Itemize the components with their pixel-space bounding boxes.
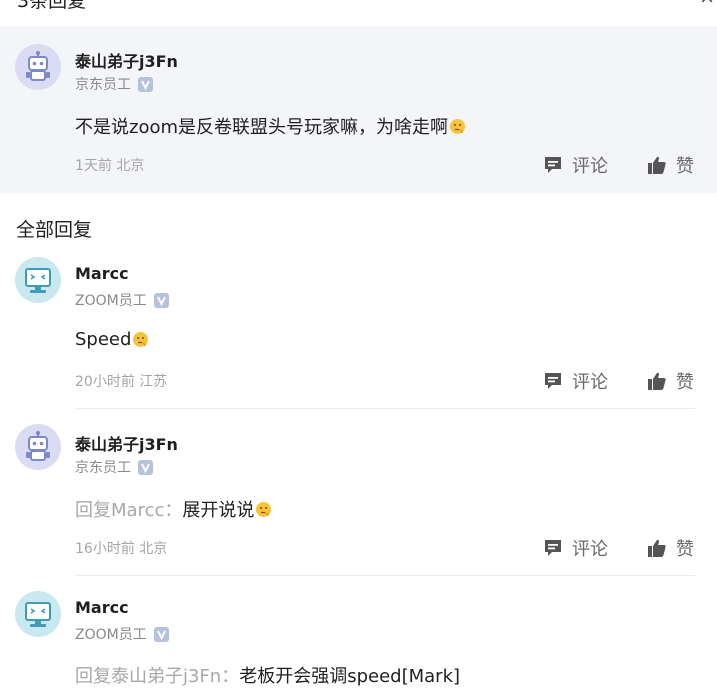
comment-text: 不是说zoom是反卷联盟头号玩家嘛，为啥走啊 <box>75 113 466 139</box>
reply-to-prefix[interactable]: 回复Marcc： <box>75 496 182 522</box>
role-label: ZOOM员工 <box>75 293 147 309</box>
divider <box>75 575 695 576</box>
close-icon[interactable]: × <box>699 0 715 8</box>
thinking-face-emoji-icon <box>450 118 466 134</box>
all-replies-title: 全部回复 <box>16 219 93 241</box>
verified-v-icon <box>153 292 169 308</box>
author-role: 京东员工 <box>75 74 153 94</box>
reply-meta: 16小时前 北京 <box>75 541 168 557</box>
comment-meta: 1天前 北京 <box>75 158 145 174</box>
author-role: 京东员工 <box>75 457 153 477</box>
reply-to-prefix[interactable]: 回复泰山弟子j3Fn： <box>75 662 239 688</box>
author-name[interactable]: 泰山弟子j3Fn <box>75 48 178 72</box>
reply-meta: 20小时前 江苏 <box>75 374 168 390</box>
divider <box>75 408 695 409</box>
like-label: 赞 <box>676 156 694 177</box>
comment-bubble-icon <box>545 157 561 173</box>
role-label: ZOOM员工 <box>75 627 147 643</box>
verified-v-icon <box>138 459 153 475</box>
comment-bubble-icon <box>545 373 561 389</box>
like-button[interactable]: 赞 <box>647 368 694 394</box>
avatar[interactable] <box>15 424 61 470</box>
comment-label: 评论 <box>572 372 608 393</box>
role-label: 京东员工 <box>75 460 131 476</box>
comment-bubble-icon <box>545 540 561 556</box>
comment-body: 不是说zoom是反卷联盟头号玩家嘛，为啥走啊 <box>75 117 449 138</box>
avatar[interactable] <box>15 591 61 637</box>
thinking-face-emoji-icon <box>256 501 272 517</box>
like-button[interactable]: 赞 <box>647 152 694 178</box>
verified-v-icon <box>153 626 169 642</box>
reply-header: 3条回复 × <box>0 0 717 12</box>
author-role: ZOOM员工 <box>75 290 169 310</box>
robot-avatar-icon <box>15 44 61 90</box>
author-name[interactable]: Marcc <box>75 598 129 617</box>
comment-button[interactable]: 评论 <box>543 535 608 561</box>
reply-text: 回复Marcc： 展开说说 <box>75 496 272 522</box>
monitor-avatar-icon <box>15 257 61 303</box>
avatar[interactable] <box>15 44 61 90</box>
reply-body: 展开说说 <box>182 500 255 521</box>
comment-button[interactable]: 评论 <box>543 368 608 394</box>
reply-count-title: 3条回复 <box>17 0 87 12</box>
reply-text: 回复泰山弟子j3Fn： 老板开会强调speed[Mark] <box>75 662 460 688</box>
thumbs-up-icon <box>648 539 666 557</box>
thumbs-up-icon <box>648 156 666 174</box>
like-button[interactable]: 赞 <box>647 535 694 561</box>
like-label: 赞 <box>676 539 694 560</box>
author-role: ZOOM员工 <box>75 624 169 644</box>
reply-body: Speed <box>75 329 132 350</box>
original-comment: 泰山弟子j3Fn 京东员工 不是说zoom是反卷联盟头号玩家嘛，为啥走啊 1天前… <box>0 26 717 193</box>
comment-label: 评论 <box>572 156 608 177</box>
comment-button[interactable]: 评论 <box>543 152 608 178</box>
verified-v-icon <box>138 76 153 92</box>
monitor-avatar-icon <box>15 591 61 637</box>
author-name[interactable]: 泰山弟子j3Fn <box>75 431 178 455</box>
thinking-face-emoji-icon <box>133 332 149 347</box>
like-label: 赞 <box>676 372 694 393</box>
avatar[interactable] <box>15 257 61 303</box>
robot-avatar-icon <box>15 424 61 470</box>
reply-body: 老板开会强调speed[Mark] <box>239 666 461 687</box>
author-name[interactable]: Marcc <box>75 264 129 283</box>
comment-label: 评论 <box>572 539 608 560</box>
thumbs-up-icon <box>648 372 666 390</box>
reply-text: Speed <box>75 329 149 350</box>
role-label: 京东员工 <box>75 77 131 93</box>
reply-page: 3条回复 × 泰山弟子j3Fn 京东员工 不是说zoo <box>0 0 717 691</box>
